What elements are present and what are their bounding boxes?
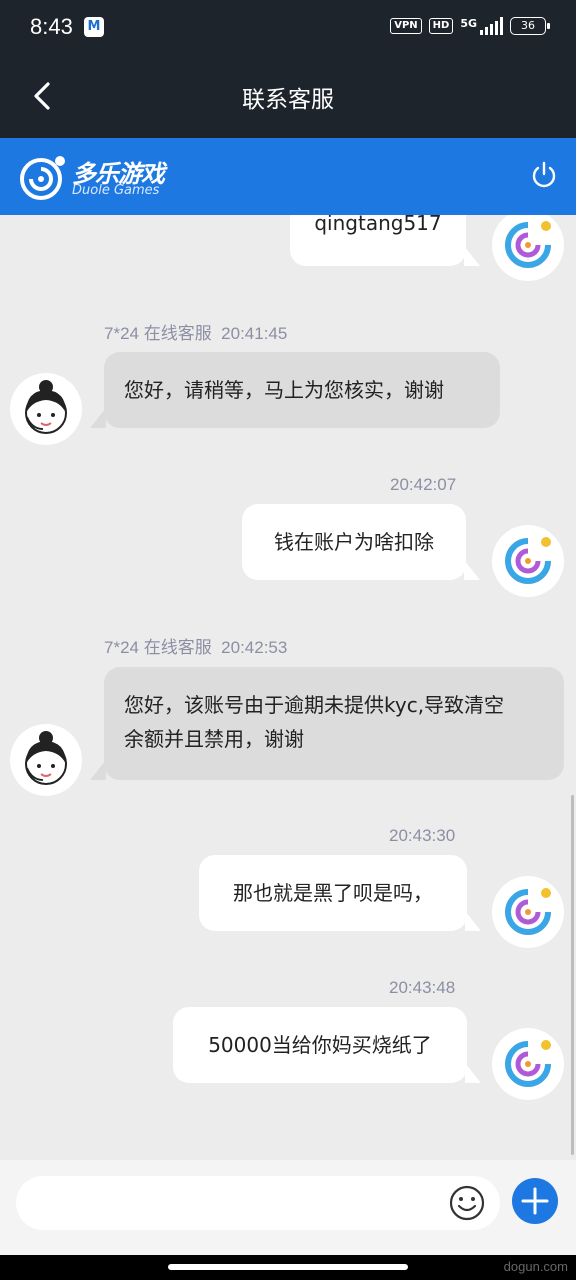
chat-area[interactable]: qingtang517 7*24 在线客服 20:41:45 您好，请稍等，马上…	[0, 215, 576, 1160]
user-avatar	[492, 1028, 564, 1100]
message-time: 20:41:45	[221, 324, 288, 343]
agent-avatar-icon	[25, 731, 67, 785]
message-bubble-outgoing: qingtang517	[290, 215, 480, 266]
status-indicators: VPN HD 5G 36	[390, 16, 550, 35]
plus-icon	[521, 1187, 549, 1215]
add-attachment-button[interactable]	[512, 1178, 558, 1224]
message-bubble-outgoing: 50000当给你妈买烧纸了	[173, 1007, 481, 1083]
message-time: 20:42:53	[221, 638, 288, 657]
message-input[interactable]	[16, 1176, 500, 1230]
agent-avatar-icon	[25, 380, 67, 434]
network-type: 5G	[460, 16, 477, 30]
home-indicator-bar: dogun.com	[0, 1255, 576, 1280]
message-time: 20:43:48	[389, 978, 456, 997]
emoji-icon[interactable]	[448, 1184, 486, 1222]
nav-bar: 联系客服	[0, 56, 576, 138]
message-meta: 7*24 在线客服 20:41:45	[104, 319, 287, 344]
message-bubble-incoming: 您好，请稍等，马上为您核实，谢谢	[90, 352, 500, 428]
user-avatar	[492, 525, 564, 597]
home-indicator[interactable]	[168, 1264, 408, 1270]
status-time: 8:43	[30, 14, 73, 39]
duole-avatar-icon	[505, 888, 551, 935]
page-title: 联系客服	[242, 87, 334, 113]
message-time: 20:43:30	[389, 826, 456, 845]
message-time: 20:42:07	[390, 475, 457, 494]
user-avatar	[492, 876, 564, 948]
user-avatar	[492, 215, 564, 281]
message-bubble-outgoing: 钱在账户为啥扣除	[242, 504, 480, 580]
power-icon[interactable]	[529, 160, 559, 190]
vpn-indicator: VPN	[390, 18, 422, 34]
brand-name-en: Duole Games	[72, 183, 160, 198]
duole-avatar-icon	[505, 1040, 551, 1087]
mail-notification-icon: M	[84, 17, 104, 37]
composer-bar	[0, 1160, 576, 1255]
chat-scrollbar[interactable]	[571, 795, 574, 1155]
agent-avatar	[10, 373, 82, 445]
duole-logo-icon	[20, 156, 65, 200]
duole-avatar-icon	[505, 537, 551, 584]
duole-avatar-icon	[505, 221, 551, 268]
message-meta: 7*24 在线客服 20:42:53	[104, 633, 287, 658]
sender-name: 7*24 在线客服	[104, 638, 212, 657]
hd-indicator: HD	[428, 18, 454, 34]
brand-bar: 多乐游戏 Duole Games	[0, 138, 576, 215]
signal-icon	[480, 17, 503, 35]
message-bubble-incoming: 您好，该账号由于逾期未提供kyc,导致清空 余额并且禁用，谢谢	[90, 667, 564, 780]
message-bubble-outgoing: 那也就是黑了呗是吗，	[199, 855, 481, 931]
status-bar: 8:43 M VPN HD 5G 36	[0, 0, 576, 56]
battery-icon: 36	[510, 17, 550, 35]
sender-name: 7*24 在线客服	[104, 324, 212, 343]
agent-avatar	[10, 724, 82, 796]
watermark: dogun.com	[503, 1259, 568, 1274]
